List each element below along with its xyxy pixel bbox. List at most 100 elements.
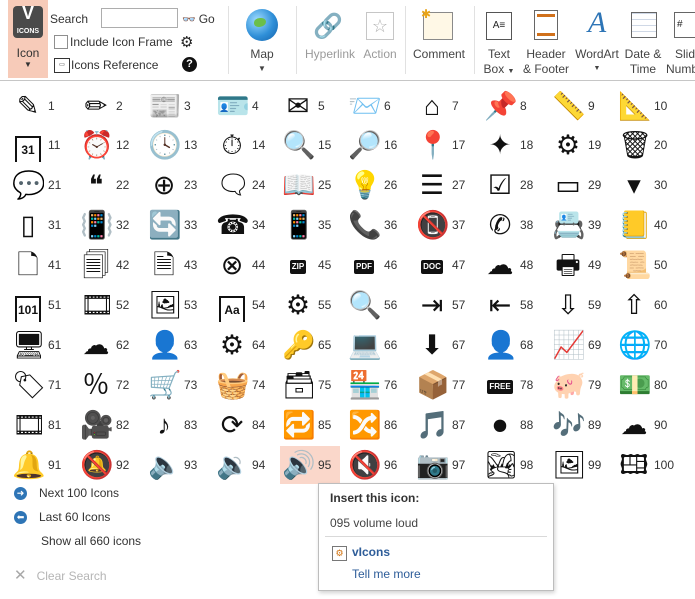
icon-cell-92[interactable]: 🔕 92 — [78, 446, 138, 484]
last-icons-link[interactable]: ⬅ Last 60 Icons — [14, 510, 110, 525]
icon-cell-93[interactable]: 🔈 93 — [146, 446, 206, 484]
icon-cell-56[interactable]: 🔍 56 — [346, 286, 406, 324]
icon-cell-41[interactable]: 🗋 41 — [10, 246, 70, 284]
icon-cell-88[interactable]: ⏺ 88 — [482, 406, 542, 444]
icon-cell-47[interactable]: DOC 47 — [414, 246, 474, 284]
icon-cell-90[interactable]: ☁ 90 — [616, 406, 676, 444]
icon-cell-66[interactable]: 💻 66 — [346, 326, 406, 364]
icon-cell-36[interactable]: 📞 36 — [346, 206, 406, 244]
icon-cell-60[interactable]: ⇧ 60 — [616, 286, 676, 324]
icon-cell-67[interactable]: ⬇ 67 — [414, 326, 474, 364]
icon-cell-86[interactable]: 🔀 86 — [346, 406, 406, 444]
search-input[interactable] — [101, 8, 178, 28]
icon-cell-79[interactable]: 🐖 79 — [550, 366, 610, 404]
icon-cell-80[interactable]: 💵 80 — [616, 366, 676, 404]
icon-cell-65[interactable]: 🔑 65 — [280, 326, 340, 364]
icon-cell-43[interactable]: 🗎 43 — [146, 246, 206, 284]
icon-cell-37[interactable]: 📵 37 — [414, 206, 474, 244]
icon-cell-95[interactable]: 🔊 95 — [280, 446, 340, 484]
icon-cell-91[interactable]: 🔔 91 — [10, 446, 70, 484]
icon-cell-19[interactable]: ⚙ 19 — [550, 126, 610, 164]
icon-cell-46[interactable]: PDF 46 — [346, 246, 406, 284]
icon-cell-62[interactable]: ☁ 62 — [78, 326, 138, 364]
icon-cell-18[interactable]: ✦ 18 — [482, 126, 542, 164]
icon-cell-29[interactable]: ▭ 29 — [550, 166, 610, 204]
icon-cell-4[interactable]: 🪪 4 — [214, 87, 274, 125]
icon-cell-27[interactable]: ☰ 27 — [414, 166, 474, 204]
icon-cell-12[interactable]: ⏰ 12 — [78, 126, 138, 164]
icon-cell-25[interactable]: 📖 25 — [280, 166, 340, 204]
icon-cell-33[interactable]: 🔄 33 — [146, 206, 206, 244]
icon-cell-82[interactable]: 🎥 82 — [78, 406, 138, 444]
icon-cell-23[interactable]: ⊕ 23 — [146, 166, 206, 204]
icon-cell-52[interactable]: 🎞 52 — [78, 286, 138, 324]
icons-reference-link[interactable]: Icons Reference — [71, 58, 158, 72]
icon-cell-58[interactable]: ⇤ 58 — [482, 286, 542, 324]
icon-cell-72[interactable]: ％ 72 — [78, 366, 138, 404]
icon-cell-21[interactable]: 💬 21 — [10, 166, 70, 204]
icon-cell-20[interactable]: 🗑 20 — [616, 126, 676, 164]
icon-cell-38[interactable]: ✆ 38 — [482, 206, 542, 244]
icon-cell-73[interactable]: 🛒 73 — [146, 366, 206, 404]
icon-cell-77[interactable]: 📦 77 — [414, 366, 474, 404]
icon-cell-34[interactable]: ☎ 34 — [214, 206, 274, 244]
icon-cell-70[interactable]: 🌐 70 — [616, 326, 676, 364]
icon-cell-30[interactable]: ▾ 30 — [616, 166, 676, 204]
icon-cell-83[interactable]: ♪ 83 — [146, 406, 206, 444]
icon-cell-99[interactable]: 🖼 99 — [550, 446, 610, 484]
icon-cell-61[interactable]: 🖥 61 — [10, 326, 70, 364]
tell-me-more-link[interactable]: Tell me more — [352, 567, 421, 581]
icon-cell-98[interactable]: 🏞 98 — [482, 446, 542, 484]
icon-cell-76[interactable]: 🏪 76 — [346, 366, 406, 404]
icon-cell-85[interactable]: 🔁 85 — [280, 406, 340, 444]
icon-cell-63[interactable]: 👤 63 — [146, 326, 206, 364]
icon-cell-3[interactable]: 📰 3 — [146, 87, 206, 125]
go-button[interactable]: 👓 Go — [182, 12, 215, 26]
icon-cell-10[interactable]: 📐 10 — [616, 87, 676, 125]
icon-cell-2[interactable]: ✏ 2 — [78, 87, 138, 125]
icon-cell-15[interactable]: 🔍 15 — [280, 126, 340, 164]
icon-cell-87[interactable]: 🎵 87 — [414, 406, 474, 444]
icon-cell-26[interactable]: 💡 26 — [346, 166, 406, 204]
icon-cell-1[interactable]: ✎ 1 — [10, 87, 70, 125]
icon-cell-51[interactable]: 101 51 — [10, 286, 70, 324]
help-icon[interactable]: ? — [182, 57, 197, 72]
icon-cell-28[interactable]: ☑ 28 — [482, 166, 542, 204]
icon-cell-32[interactable]: 📳 32 — [78, 206, 138, 244]
icon-cell-59[interactable]: ⇩ 59 — [550, 286, 610, 324]
icon-cell-13[interactable]: 🕓 13 — [146, 126, 206, 164]
icon-cell-9[interactable]: 📏 9 — [550, 87, 610, 125]
next-icons-link[interactable]: ➜ Next 100 Icons — [14, 486, 119, 501]
icon-cell-57[interactable]: ⇥ 57 — [414, 286, 474, 324]
icon-cell-44[interactable]: ⊗ 44 — [214, 246, 274, 284]
icon-cell-55[interactable]: ⚙ 55 — [280, 286, 340, 324]
icon-cell-14[interactable]: ⏱ 14 — [214, 126, 274, 164]
icon-cell-35[interactable]: 📱 35 — [280, 206, 340, 244]
icon-cell-6[interactable]: 📨 6 — [346, 87, 406, 125]
icon-cell-48[interactable]: ☁ 48 — [482, 246, 542, 284]
icon-cell-78[interactable]: FREE 78 — [482, 366, 542, 404]
icon-cell-7[interactable]: ⌂ 7 — [414, 87, 474, 125]
icon-cell-8[interactable]: 📌 8 — [482, 87, 542, 125]
icon-cell-40[interactable]: 📒 40 — [616, 206, 676, 244]
icon-cell-74[interactable]: 🧺 74 — [214, 366, 274, 404]
icon-cell-11[interactable]: 31 11 — [10, 126, 70, 164]
icon-cell-69[interactable]: 📈 69 — [550, 326, 610, 364]
icon-cell-45[interactable]: ZIP 45 — [280, 246, 340, 284]
icon-cell-84[interactable]: ⟳ 84 — [214, 406, 274, 444]
icon-cell-42[interactable]: 🗐 42 — [78, 246, 138, 284]
icon-cell-68[interactable]: 👤 68 — [482, 326, 542, 364]
icon-cell-94[interactable]: 🔉 94 — [214, 446, 274, 484]
include-icon-frame-checkbox[interactable] — [54, 35, 68, 49]
icon-cell-17[interactable]: 📍 17 — [414, 126, 474, 164]
icon-cell-54[interactable]: Aa 54 — [214, 286, 274, 324]
settings-gears-icon[interactable]: ⚙ — [180, 33, 193, 51]
icon-cell-49[interactable]: 🖶 49 — [550, 246, 610, 284]
icon-cell-75[interactable]: 🗃 75 — [280, 366, 340, 404]
icon-cell-5[interactable]: ✉ 5 — [280, 87, 340, 125]
icon-cell-31[interactable]: ▯ 31 — [10, 206, 70, 244]
icon-cell-97[interactable]: 📷 97 — [414, 446, 474, 484]
icon-cell-53[interactable]: 🖼 53 — [146, 286, 206, 324]
icon-cell-22[interactable]: ❝ 22 — [78, 166, 138, 204]
icon-cell-24[interactable]: 🗨 24 — [214, 166, 274, 204]
